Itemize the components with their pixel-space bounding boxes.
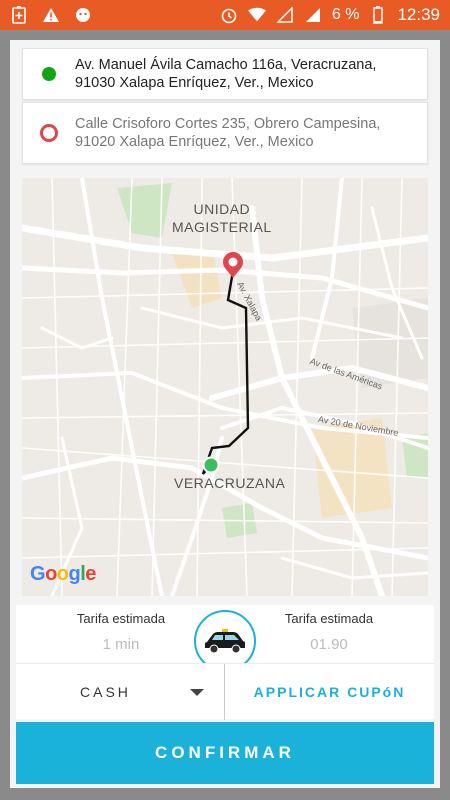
pickup-pin-icon — [202, 456, 220, 474]
pickup-address-field[interactable]: Av. Manuel Ávila Camacho 116a, Veracruza… — [22, 48, 428, 100]
pickup-address-line2: 91030 Xalapa Enríquez, Ver., Mexico — [75, 75, 314, 91]
payment-method-value: CASH — [80, 684, 131, 700]
battery-percent: 6 % — [331, 6, 360, 23]
destination-address-line2: 91020 Xalapa Enríquez, Ver., Mexico — [75, 134, 314, 150]
wifi-icon — [247, 6, 266, 24]
pickup-address-line1: Av. Manuel Ávila Camacho 116a, Veracruza… — [75, 57, 377, 73]
fare-price-value: 01.90 — [310, 636, 348, 653]
map-label-veracruzana: VERACRUZANA — [174, 475, 286, 491]
fare-estimate-price: Tarifa estimada 01.90 — [244, 611, 414, 653]
cat-icon — [74, 6, 92, 24]
route-map[interactable]: UNIDAD MAGISTERIAL VERACRUZANA Av. Xalap… — [22, 178, 428, 596]
taxi-icon — [205, 629, 245, 654]
battery-plus-icon — [10, 6, 28, 24]
destination-address-text: Calle Crisoforo Cortes 235, Obrero Campe… — [75, 115, 380, 151]
alarm-icon — [220, 6, 238, 24]
chevron-down-icon — [190, 688, 204, 696]
no-sim-icon — [276, 6, 294, 24]
pickup-address-text: Av. Manuel Ávila Camacho 116a, Veracruza… — [75, 56, 376, 92]
destination-address-field[interactable]: Calle Crisoforo Cortes 235, Obrero Campe… — [22, 102, 428, 164]
battery-icon — [369, 6, 387, 24]
clock: 12:39 — [397, 5, 440, 24]
destination-pin-icon — [222, 251, 244, 278]
signal-icon — [304, 6, 322, 24]
warning-icon — [42, 6, 60, 24]
pickup-marker-icon — [42, 67, 56, 81]
destination-address-line1: Calle Crisoforo Cortes 235, Obrero Campe… — [75, 116, 381, 132]
apply-coupon-button[interactable]: APPLICAR CUPóN — [225, 664, 434, 720]
trip-confirmation-dialog: Av. Manuel Ávila Camacho 116a, Veracruza… — [10, 40, 440, 788]
confirm-button[interactable]: CONFIRMAR — [16, 722, 434, 784]
fare-estimate-time: Tarifa estimada 1 min — [36, 611, 206, 653]
destination-marker-icon — [40, 124, 58, 142]
fare-price-title: Tarifa estimada — [284, 611, 374, 626]
status-bar: 6 % 12:39 — [0, 0, 450, 30]
map-label-unidad: UNIDAD MAGISTERIAL — [172, 201, 272, 235]
fare-time-value: 1 min — [102, 636, 140, 653]
payment-method-select[interactable]: CASH — [16, 664, 224, 720]
fare-time-title: Tarifa estimada — [76, 611, 166, 626]
payment-options-row: CASH APPLICAR CUPóN — [16, 663, 434, 720]
google-logo: Google — [30, 563, 96, 585]
